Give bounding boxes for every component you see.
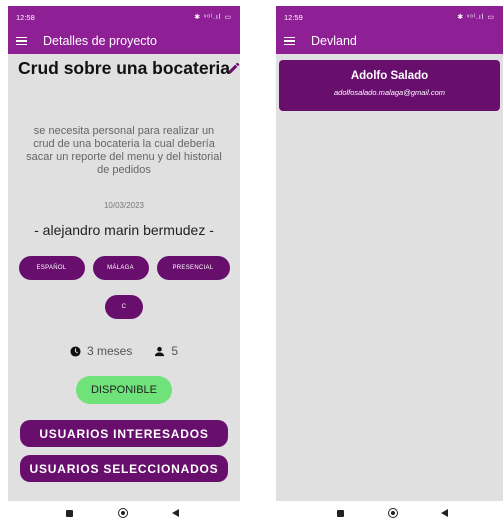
recents-icon <box>66 509 73 517</box>
project-date: 10/03/2023 <box>103 201 145 210</box>
app-bar-title: Devland <box>311 34 357 48</box>
duration-stat: 3 meses <box>70 344 132 358</box>
selected-users-button[interactable]: USUARIOS SELECCIONADOS <box>20 455 228 482</box>
availability-badge[interactable]: DISPONIBLE <box>76 376 172 404</box>
duration-value: 3 meses <box>86 344 133 358</box>
tag-chip-language[interactable]: ESPAÑOL <box>18 256 85 280</box>
user-name: Adolfo Salado <box>350 70 429 82</box>
status-time: 12:59 <box>284 12 303 22</box>
back-icon <box>172 509 179 517</box>
nav-home-button[interactable] <box>118 507 128 519</box>
project-title: Crud sobre una bocateria <box>18 58 230 78</box>
tag-list-row-2: C <box>8 295 240 319</box>
nav-back-button[interactable] <box>172 507 179 519</box>
nav-home-button[interactable] <box>388 507 398 519</box>
menu-icon[interactable] <box>284 36 295 46</box>
back-icon <box>441 509 448 517</box>
edit-icon[interactable] <box>227 61 240 75</box>
tag-chip-modality[interactable]: PRESENCIAL <box>156 256 230 280</box>
clock-icon <box>70 345 81 357</box>
status-bar: 12:59 ✱ ᵛᵒˡ.ıl ▭ <box>276 6 503 28</box>
status-icons: ✱ ᵛᵒˡ.ıl ▭ <box>194 14 232 21</box>
tag-list: ESPAÑOL MÁLAGA PRESENCIAL <box>8 256 240 280</box>
project-description: se necesita personal para realizar un cr… <box>26 125 222 176</box>
home-icon <box>388 508 398 518</box>
person-icon <box>155 346 165 356</box>
recents-icon <box>337 509 344 517</box>
tag-chip-location[interactable]: MÁLAGA <box>92 256 149 280</box>
interested-users-button[interactable]: USUARIOS INTERESADOS <box>20 420 228 447</box>
project-details-screen: 12:58 ✱ ᵛᵒˡ.ıl ▭ Detalles de proyecto Cr… <box>8 6 240 501</box>
project-stats: 3 meses 5 <box>8 344 240 358</box>
nav-recents-button[interactable] <box>337 507 344 519</box>
app-bar-title: Detalles de proyecto <box>43 34 157 48</box>
app-bar: Detalles de proyecto <box>8 28 240 54</box>
project-title-row: Crud sobre una bocateria <box>8 58 240 79</box>
status-bar: 12:58 ✱ ᵛᵒˡ.ıl ▭ <box>8 6 240 28</box>
status-icons: ✱ ᵛᵒˡ.ıl ▭ <box>457 14 495 21</box>
project-owner: - alejandro marin bermudez - <box>34 222 214 238</box>
devland-screen: 12:59 ✱ ᵛᵒˡ.ıl ▭ Devland Adolfo Salado a… <box>276 6 503 501</box>
tag-chip-technology[interactable]: C <box>105 295 143 319</box>
status-time: 12:58 <box>16 12 35 22</box>
people-stat: 5 <box>154 344 178 358</box>
nav-recents-button[interactable] <box>66 507 73 519</box>
people-value: 5 <box>171 344 179 358</box>
home-icon <box>118 508 128 518</box>
user-email: adolfosalado.malaga@gmail.com <box>333 88 445 97</box>
menu-icon[interactable] <box>16 36 27 46</box>
app-bar: Devland <box>276 28 503 54</box>
user-card[interactable]: Adolfo Salado adolfosalado.malaga@gmail.… <box>279 60 500 111</box>
nav-back-button[interactable] <box>441 507 448 519</box>
